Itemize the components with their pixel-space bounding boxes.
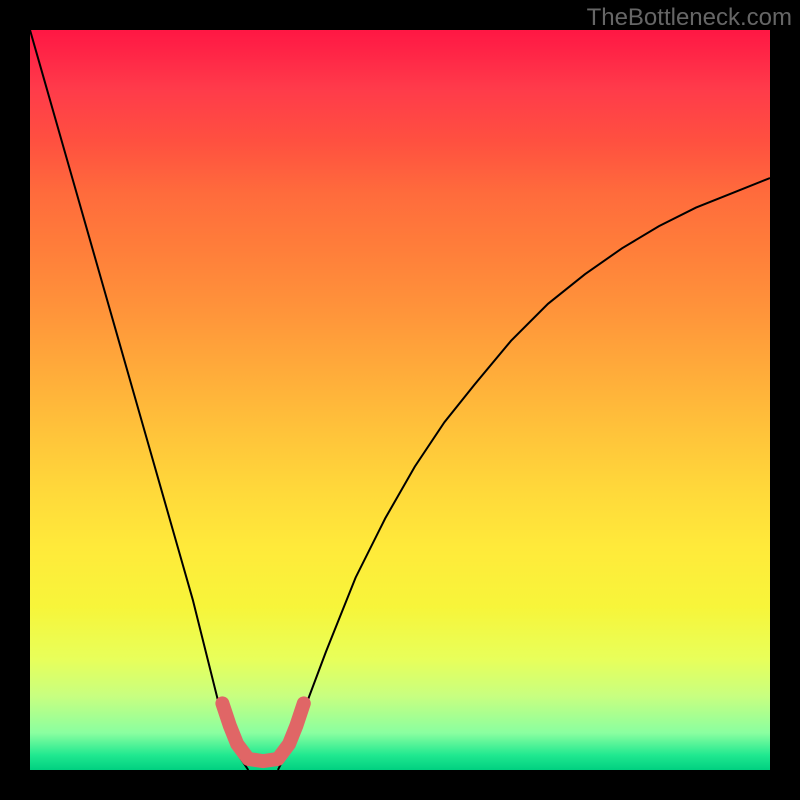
curve-right xyxy=(278,178,770,770)
plot-area xyxy=(30,30,770,770)
curve-left xyxy=(30,30,248,770)
bottleneck-highlight xyxy=(222,703,303,761)
chart-container: TheBottleneck.com xyxy=(0,0,800,800)
curve-layer xyxy=(30,30,770,770)
watermark-text: TheBottleneck.com xyxy=(587,4,792,32)
